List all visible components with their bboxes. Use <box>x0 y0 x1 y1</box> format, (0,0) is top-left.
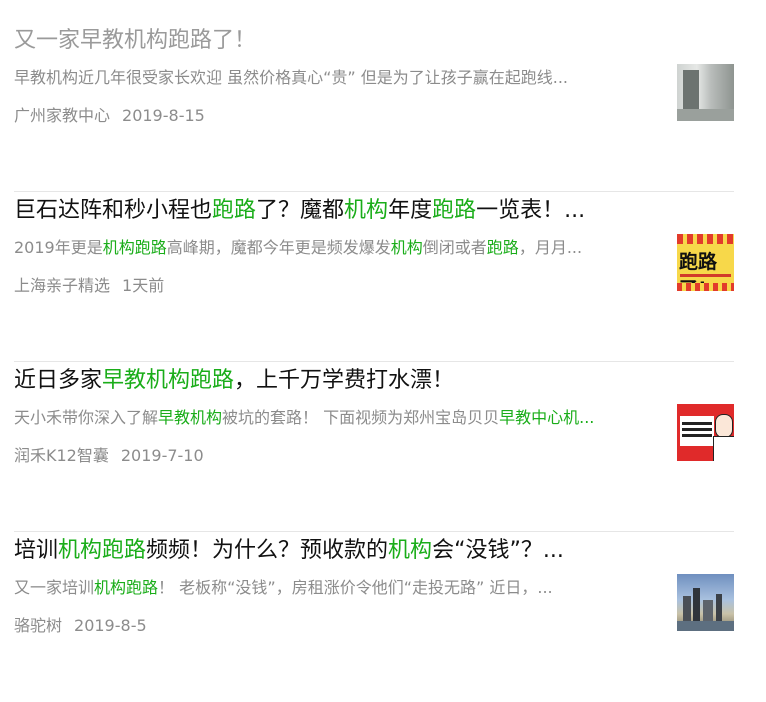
result-summary: 天小禾带你深入了解早教机构被坑的套路！ 下面视频为郑州宝岛贝贝早教中心机... <box>14 406 654 430</box>
text-segment: 会“没钱”？... <box>432 538 564 563</box>
result-title[interactable]: 巨石达阵和秒小程也跑路了？魔都机构年度跑路一览表！... <box>14 196 664 226</box>
result-summary: 2019年更是机构跑路高峰期，魔都今年更是频发爆发机构倒闭或者跑路，月月... <box>14 236 654 260</box>
poster-photo-icon[interactable]: 跑路了! <box>677 234 734 291</box>
text-segment: 倒闭或者 <box>422 238 487 257</box>
keyword-highlight: 机构跑路 <box>102 238 167 257</box>
text-segment: ！ 老板称“没钱”，房租涨价令他们“走投无路” 近日，... <box>158 578 553 597</box>
result-item-2[interactable]: 巨石达阵和秒小程也跑路了？魔都机构年度跑路一览表！... 2019年更是机构跑路… <box>14 192 734 362</box>
keyword-highlight: 机构 <box>388 538 433 563</box>
result-summary: 早教机构近几年很受家长欢迎 虽然价格真心“贵” 但是为了让孩子赢在起跑线... <box>14 66 654 90</box>
result-meta: 骆驼树 2019-8-5 <box>14 614 147 638</box>
result-date: 2019-8-5 <box>74 616 147 635</box>
result-item-4[interactable]: 培训机构跑路频频！为什么？预收款的机构会“没钱”？... 又一家培训机构跑路！ … <box>14 532 734 702</box>
hallway-photo-icon[interactable] <box>677 64 734 121</box>
result-meta: 润禾K12智囊 2019-7-10 <box>14 444 204 468</box>
keyword-highlight: 机构 <box>344 198 389 223</box>
red-poster-photo-icon[interactable] <box>677 404 734 461</box>
keyword-highlight: 跑路 <box>432 198 477 223</box>
result-title[interactable]: 又一家早教机构跑路了！ <box>14 26 664 56</box>
result-meta: 上海亲子精选 1天前 <box>14 274 164 298</box>
result-date: 1天前 <box>122 276 165 295</box>
result-title[interactable]: 培训机构跑路频频！为什么？预收款的机构会“没钱”？... <box>14 536 664 566</box>
text-segment: 近日多家 <box>14 368 103 393</box>
keyword-highlight: 早教机构 <box>158 408 223 427</box>
result-date: 2019-8-15 <box>122 106 205 125</box>
keyword-highlight: 机构 <box>390 238 423 257</box>
text-segment: 年度 <box>388 198 433 223</box>
keyword-highlight: 早教中心机... <box>499 408 595 427</box>
result-title[interactable]: 近日多家早教机构跑路，上千万学费打水漂！ <box>14 366 664 396</box>
city-photo-icon[interactable] <box>677 574 734 631</box>
text-segment: 被坑的套路！ 下面视频为郑州宝岛贝贝 <box>222 408 500 427</box>
keyword-highlight: 机构跑路 <box>58 538 147 563</box>
text-segment: 2019年更是 <box>14 238 103 257</box>
result-source: 骆驼树 <box>14 616 63 635</box>
result-summary: 又一家培训机构跑路！ 老板称“没钱”，房租涨价令他们“走投无路” 近日，... <box>14 576 654 600</box>
result-item-3[interactable]: 近日多家早教机构跑路，上千万学费打水漂！ 天小禾带你深入了解早教机构被坑的套路！… <box>14 362 734 532</box>
text-segment: 天小禾带你深入了解 <box>14 408 159 427</box>
text-segment: 巨石达阵和秒小程也 <box>14 198 213 223</box>
text-segment: 一览表！... <box>476 198 586 223</box>
keyword-highlight: 早教机构跑路 <box>102 368 235 393</box>
text-segment: ，月月... <box>518 238 583 257</box>
text-segment: 高峰期，魔都今年更是频发爆发 <box>166 238 391 257</box>
text-segment: 又一家培训 <box>14 578 95 597</box>
keyword-highlight: 跑路 <box>486 238 519 257</box>
keyword-highlight: 机构跑路 <box>94 578 159 597</box>
search-result-list: 又一家早教机构跑路了！ 早教机构近几年很受家长欢迎 虽然价格真心“贵” 但是为了… <box>14 22 734 702</box>
text-segment: 频频！为什么？预收款的 <box>146 538 389 563</box>
result-source: 润禾K12智囊 <box>14 446 109 465</box>
text-segment: ，上千万学费打水漂！ <box>234 368 455 393</box>
text-segment: 了？魔都 <box>256 198 345 223</box>
result-item-1[interactable]: 又一家早教机构跑路了！ 早教机构近几年很受家长欢迎 虽然价格真心“贵” 但是为了… <box>14 22 734 192</box>
text-segment: 培训 <box>14 538 59 563</box>
result-source: 广州家教中心 <box>14 106 111 125</box>
text-segment: 早教机构近几年很受家长欢迎 虽然价格真心“贵” 但是为了让孩子赢在起跑线... <box>14 68 569 87</box>
keyword-highlight: 跑路 <box>212 198 257 223</box>
text-segment: 又一家早教机构跑路了！ <box>14 28 257 53</box>
result-date: 2019-7-10 <box>120 446 204 465</box>
result-source: 上海亲子精选 <box>14 276 111 295</box>
result-meta: 广州家教中心 2019-8-15 <box>14 104 205 128</box>
